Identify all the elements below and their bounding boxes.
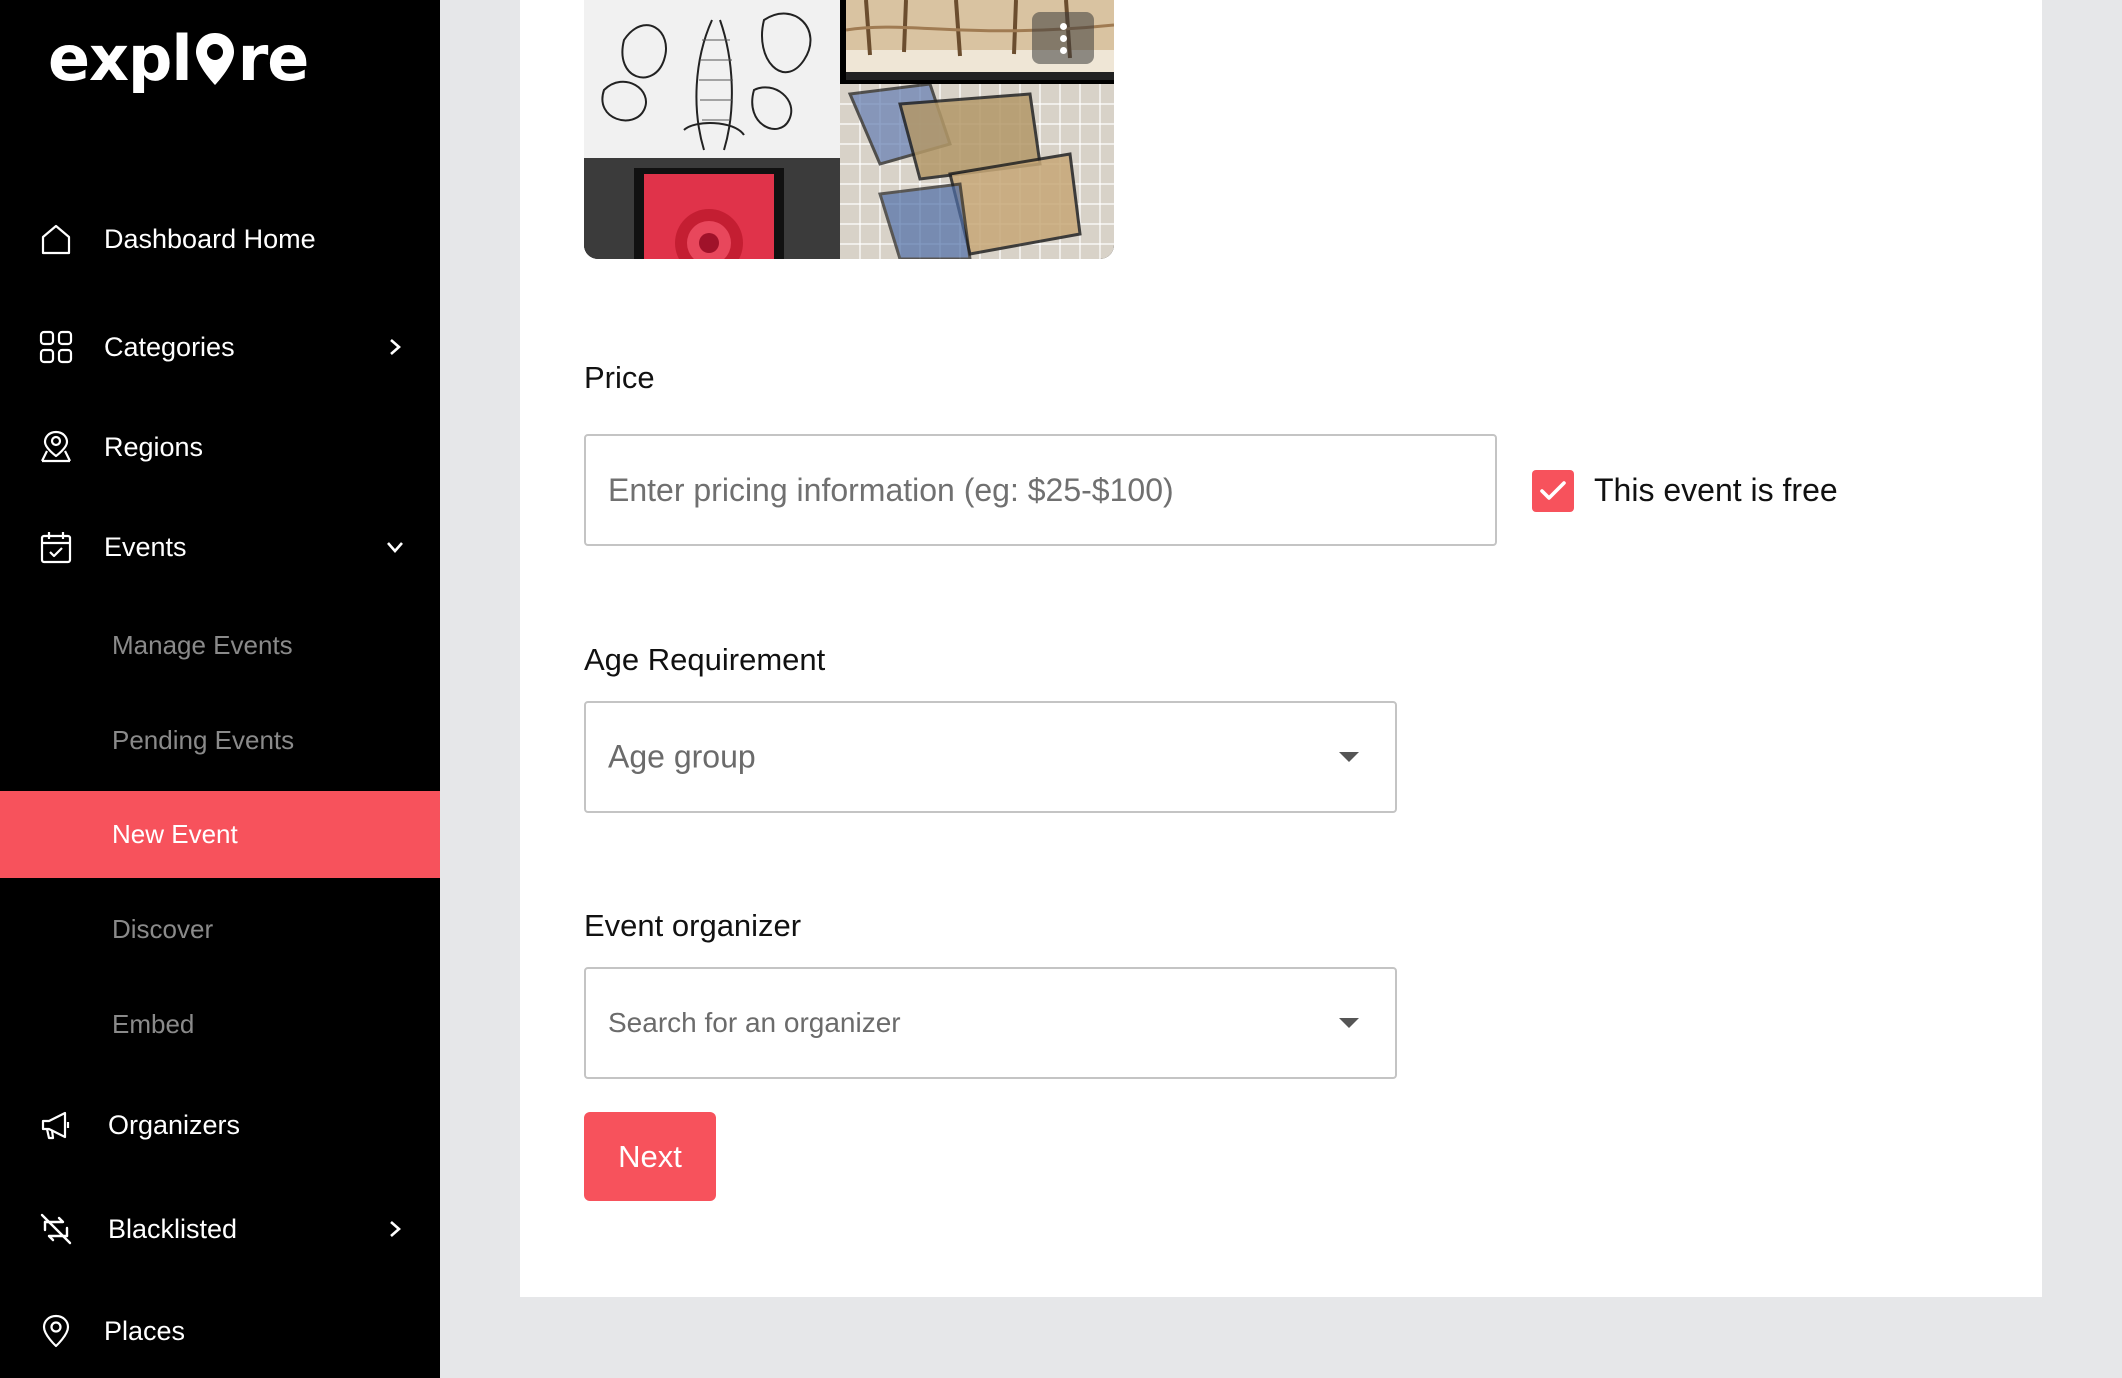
home-icon (38, 221, 74, 257)
price-label: Price (584, 360, 655, 395)
sidebar-subitem-manage-events[interactable]: Manage Events (0, 602, 440, 688)
sidebar-item-dashboard-home[interactable]: Dashboard Home (0, 196, 440, 282)
chevron-down-icon (384, 536, 406, 558)
sidebar-item-label: Events (104, 531, 187, 562)
sidebar-subitem-new-event[interactable]: New Event (0, 791, 440, 878)
sidebar-subitem-embed[interactable]: Embed (0, 981, 440, 1067)
collage-tile-sketch (584, 0, 840, 158)
dot-icon (1059, 22, 1067, 30)
event-image-collage[interactable] (584, 0, 1114, 259)
checkmark-icon (1540, 481, 1566, 500)
sidebar-item-label: Places (104, 1315, 186, 1346)
organizer-placeholder: Search for an organizer (608, 1007, 901, 1038)
sidebar-item-label: Regions (104, 431, 204, 462)
sidebar-subitem-label: Discover (112, 913, 214, 944)
free-event-checkbox[interactable] (1532, 470, 1574, 512)
sidebar-item-categories[interactable]: Categories (0, 304, 440, 390)
blocked-sync-icon (38, 1211, 74, 1247)
sidebar-item-label: Organizers (108, 1109, 241, 1140)
more-options-button[interactable] (1032, 12, 1094, 64)
organizer-search-select[interactable]: Search for an organizer (584, 967, 1397, 1079)
sidebar-item-events[interactable]: Events (0, 504, 440, 590)
collage-tile-flower (584, 158, 840, 259)
sidebar: expl re Dashboard Home Categories Region… (0, 0, 440, 1378)
chevron-right-icon (384, 336, 406, 358)
sidebar-item-label: Dashboard Home (104, 223, 316, 254)
sidebar-subitem-discover[interactable]: Discover (0, 886, 440, 972)
sidebar-subitem-label: Embed (112, 1008, 195, 1039)
sidebar-item-places[interactable]: Places (0, 1288, 440, 1374)
price-input[interactable] (584, 434, 1497, 546)
sidebar-subitem-label: Pending Events (112, 724, 295, 755)
logo-text-suffix: re (237, 22, 310, 95)
next-button[interactable]: Next (584, 1112, 716, 1201)
sidebar-item-organizers[interactable]: Organizers (0, 1082, 440, 1168)
dot-icon (1059, 34, 1067, 42)
chevron-right-icon (384, 1218, 406, 1240)
sidebar-item-regions[interactable]: Regions (0, 404, 440, 490)
location-pin-icon (38, 1313, 74, 1349)
sidebar-subitem-label: New Event (112, 819, 238, 849)
grid-icon (38, 329, 74, 365)
logo-text-prefix: expl (48, 22, 193, 95)
age-requirement-label: Age Requirement (584, 642, 826, 677)
calendar-check-icon (38, 529, 74, 565)
dropdown-caret-icon (1339, 752, 1359, 762)
new-event-form-card: Price This event is free Age Requirement… (520, 0, 2042, 1297)
collage-tile-mosaic (840, 82, 1114, 259)
sidebar-item-blacklisted[interactable]: Blacklisted (0, 1186, 440, 1272)
sidebar-item-label: Categories (104, 331, 235, 362)
dropdown-caret-icon (1339, 1018, 1359, 1028)
event-organizer-label: Event organizer (584, 908, 802, 943)
age-group-placeholder: Age group (608, 738, 756, 775)
megaphone-icon (38, 1107, 74, 1143)
free-event-label[interactable]: This event is free (1594, 472, 1838, 509)
map-user-icon (38, 429, 74, 465)
sidebar-subitem-label: Manage Events (112, 629, 293, 660)
dot-icon (1059, 46, 1067, 54)
logo-pin-icon (193, 29, 237, 89)
sidebar-item-label: Blacklisted (108, 1213, 238, 1244)
logo[interactable]: expl re (48, 22, 310, 95)
sidebar-subitem-pending-events[interactable]: Pending Events (0, 697, 440, 783)
age-group-select[interactable]: Age group (584, 701, 1397, 813)
